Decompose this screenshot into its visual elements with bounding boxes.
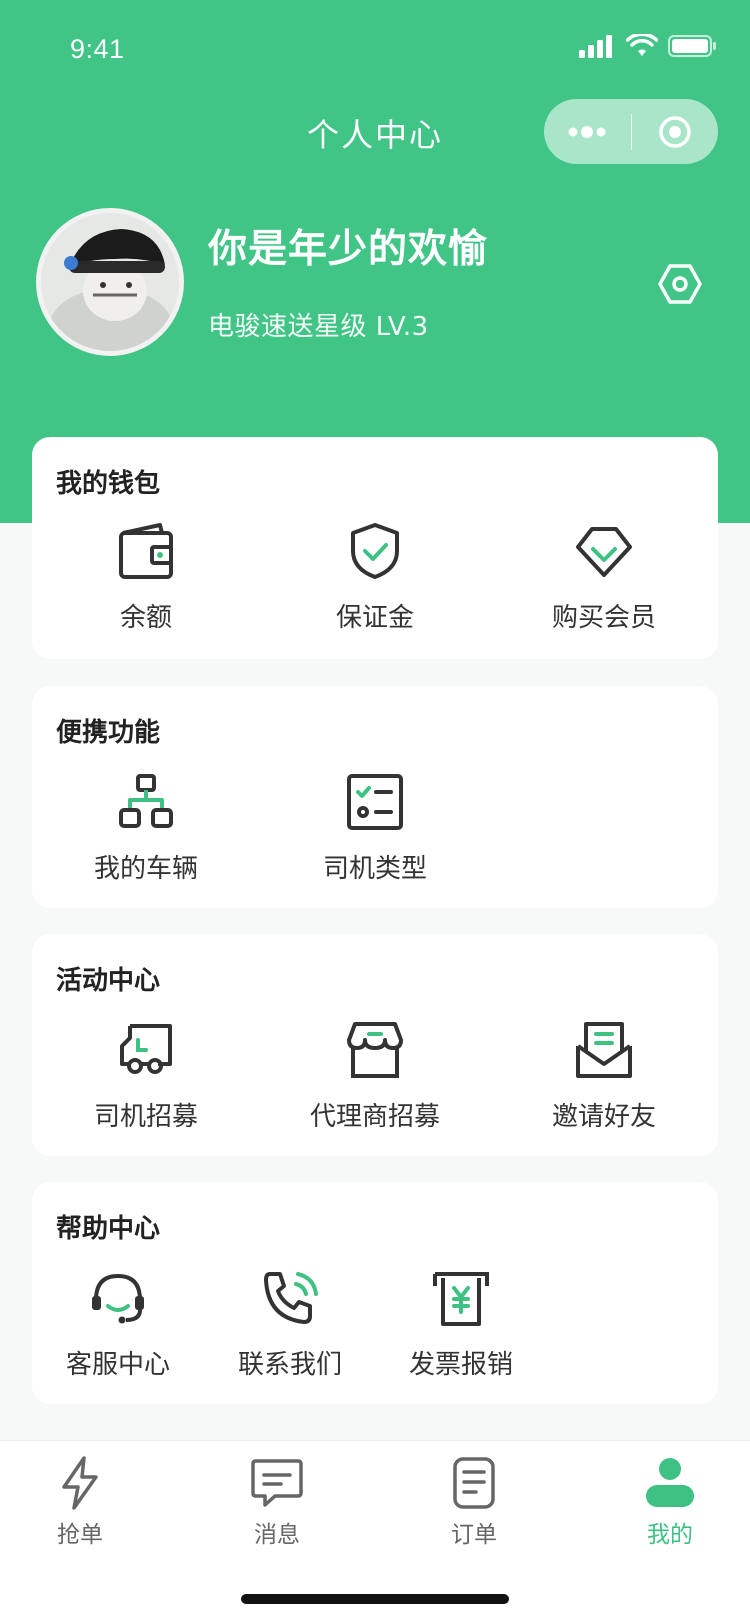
tab-mine-label: 我的	[647, 1522, 693, 1548]
portable-card: 便携功能 我的车辆 司机类型	[32, 686, 718, 908]
checklist-icon	[347, 774, 403, 830]
invite-friends-item[interactable]: 邀请好友	[490, 1018, 718, 1133]
tab-orders[interactable]: 订单	[414, 1455, 534, 1549]
contact-us-label: 联系我们	[237, 1350, 342, 1380]
avatar[interactable]	[36, 208, 184, 356]
more-dots-icon	[568, 125, 606, 138]
settings-button[interactable]	[656, 260, 704, 308]
agent-recruit-label: 代理商招募	[309, 1102, 440, 1132]
contact-us-item[interactable]: 联系我们	[204, 1266, 376, 1381]
my-vehicle-item[interactable]: 我的车辆	[32, 770, 260, 885]
member-level: 电骏速送星级 LV.3	[208, 312, 429, 342]
driver-recruit-label: 司机招募	[93, 1102, 198, 1132]
customer-service-item[interactable]: 客服中心	[32, 1266, 204, 1381]
buy-membership-label: 购买会员	[551, 603, 656, 633]
buy-membership-item[interactable]: 购买会员	[490, 519, 718, 634]
invoice-item[interactable]: 发票报销	[375, 1266, 547, 1381]
invite-friends-label: 邀请好友	[551, 1102, 656, 1132]
portable-title: 便携功能	[56, 718, 161, 748]
envelope-letter-icon	[576, 1022, 632, 1078]
battery-icon	[668, 35, 716, 57]
close-button[interactable]	[632, 99, 719, 164]
driver-type-item[interactable]: 司机类型	[261, 770, 489, 885]
receipt-yuan-icon	[433, 1272, 489, 1326]
status-bar: 9:41	[0, 0, 750, 100]
my-vehicle-label: 我的车辆	[93, 854, 198, 884]
agent-recruit-item[interactable]: 代理商招募	[261, 1018, 489, 1133]
status-time: 9:41	[70, 34, 125, 64]
tab-orders-label: 订单	[451, 1522, 497, 1548]
driver-type-label: 司机类型	[322, 854, 427, 884]
activity-title: 活动中心	[56, 966, 161, 996]
tab-messages[interactable]: 消息	[217, 1455, 337, 1549]
tab-messages-label: 消息	[254, 1522, 300, 1548]
help-title: 帮助中心	[56, 1214, 161, 1244]
help-card: 帮助中心 客服中心 联系我们 发票报销	[32, 1182, 718, 1404]
home-indicator	[241, 1594, 509, 1604]
driver-recruit-item[interactable]: 司机招募	[32, 1018, 260, 1133]
username: 你是年少的欢愉	[208, 227, 489, 272]
balance-item[interactable]: 余额	[32, 519, 260, 634]
avatar-image	[41, 213, 179, 351]
more-button[interactable]	[544, 99, 631, 164]
tab-mine[interactable]: 我的	[610, 1455, 730, 1549]
activity-card: 活动中心 司机招募 代理商招募 邀请好友	[32, 934, 718, 1156]
settings-hexagon-icon	[658, 264, 702, 304]
diamond-icon	[576, 527, 632, 577]
wallet-icon	[119, 523, 173, 579]
wallet-title: 我的钱包	[56, 469, 161, 499]
user-icon	[646, 1458, 694, 1507]
signal-icon	[579, 35, 612, 58]
phone-icon	[264, 1272, 318, 1324]
store-icon	[347, 1022, 403, 1078]
chat-bubble-icon	[251, 1459, 303, 1507]
target-icon	[659, 115, 691, 148]
wifi-icon	[626, 34, 658, 56]
deposit-label: 保证金	[335, 603, 414, 633]
headset-icon	[92, 1273, 144, 1324]
lightning-icon	[62, 1456, 98, 1510]
balance-label: 余额	[119, 603, 172, 633]
status-icons	[578, 34, 718, 58]
deposit-item[interactable]: 保证金	[261, 519, 489, 634]
truck-icon	[120, 1024, 172, 1074]
wallet-card: 我的钱包 余额 保证金 购买会员	[32, 437, 718, 659]
mini-program-capsule	[544, 99, 718, 164]
invoice-label: 发票报销	[408, 1350, 513, 1380]
customer-service-label: 客服中心	[65, 1350, 170, 1380]
tab-grab-order[interactable]: 抢单	[20, 1455, 140, 1549]
tab-grab-order-label: 抢单	[57, 1522, 103, 1548]
document-list-icon	[453, 1457, 495, 1509]
org-chart-icon	[119, 774, 173, 828]
shield-check-icon	[351, 523, 399, 579]
